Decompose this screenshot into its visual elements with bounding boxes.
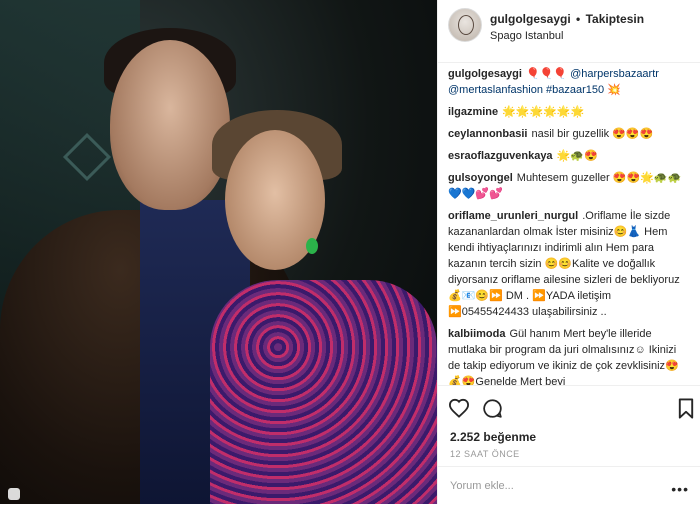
comment-username[interactable]: esraoflazguvenkaya xyxy=(448,150,553,162)
separator-dot: • xyxy=(576,12,581,26)
photo-man-face xyxy=(110,40,230,210)
list-item: esraoflazguvenkaya 🌟🐢😍 xyxy=(438,145,700,167)
comment-username[interactable]: ceylannonbasii xyxy=(448,128,527,140)
photo-woman-dress xyxy=(210,280,437,504)
list-item: oriflame_urunleri_nurgul .Oriflame İle si… xyxy=(438,205,700,323)
instagram-post-view: gulgolgesaygi • Takiptesin Spago Istanbu… xyxy=(0,0,700,504)
post-timestamp[interactable]: 12 SAAT ÖNCE xyxy=(450,449,520,459)
post-author-username[interactable]: gulgolgesaygi xyxy=(490,12,571,26)
comment-username[interactable]: kalbiimoda xyxy=(448,328,505,340)
add-comment-bar: ••• xyxy=(438,466,700,505)
comment-text: .Oriflame İle sizde kazananlardan olmak … xyxy=(448,210,680,318)
list-item: kalbiimoda Gül hanım Mert bey'le illeride… xyxy=(438,323,700,385)
post-header: gulgolgesaygi • Takiptesin Spago Istanbu… xyxy=(438,0,700,63)
photo-earring xyxy=(306,238,318,254)
comment-icon[interactable] xyxy=(482,398,503,424)
photo-corner-badge-icon xyxy=(8,488,20,500)
comment-text: 🌟🌟🌟🌟🌟🌟 xyxy=(502,106,585,118)
more-options-icon[interactable]: ••• xyxy=(671,481,689,497)
post-side-panel: gulgolgesaygi • Takiptesin Spago Istanbu… xyxy=(437,0,700,504)
heart-icon[interactable] xyxy=(448,398,470,423)
comment-username[interactable]: gulgolgesaygi xyxy=(448,68,522,80)
post-actions-bar xyxy=(438,385,700,436)
location-link[interactable]: Spago Istanbul xyxy=(490,30,563,42)
post-photo[interactable] xyxy=(0,0,437,504)
list-item: ilgazmine 🌟🌟🌟🌟🌟🌟 xyxy=(438,101,700,123)
comment-username[interactable]: gulsoyongel xyxy=(448,172,513,184)
comment-username[interactable]: ilgazmine xyxy=(448,106,498,118)
likes-count[interactable]: 2.252 beğenme xyxy=(450,430,536,444)
list-item: gulsoyongel Muhtesem guzeller 😍😍🌟🐢🐢💙💙💕💕 xyxy=(438,167,700,205)
post-author-line: gulgolgesaygi • Takiptesin xyxy=(490,12,644,26)
comment-text: nasil bir guzellik 😍😍😍 xyxy=(531,128,654,140)
comments-list[interactable]: gulgolgesaygi 🎈🎈🎈 @harpersbazaartr @merta… xyxy=(438,63,700,385)
list-item: gulgolgesaygi 🎈🎈🎈 @harpersbazaartr @merta… xyxy=(438,63,700,101)
follow-status-button[interactable]: Takiptesin xyxy=(586,12,644,26)
list-item: ceylannonbasii nasil bir guzellik 😍😍😍 xyxy=(438,123,700,145)
avatar[interactable] xyxy=(448,8,482,42)
comment-input[interactable] xyxy=(448,475,652,497)
comment-username[interactable]: oriflame_urunleri_nurgul xyxy=(448,210,578,222)
bookmark-icon[interactable] xyxy=(678,398,694,424)
comment-text: 🌟🐢😍 xyxy=(556,150,598,162)
